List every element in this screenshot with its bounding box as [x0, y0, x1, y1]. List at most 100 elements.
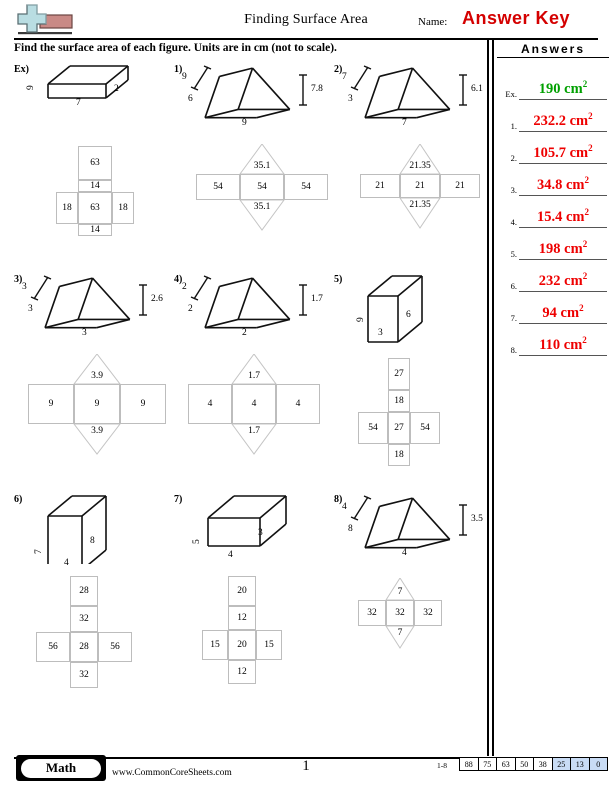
answer-number: 6.: [510, 281, 517, 291]
header-divider: [14, 38, 598, 40]
net-rectangular-prism: 28 32 56 28 56 32: [36, 576, 186, 706]
net-triangular-prism: 21 21 21 21.35 21.35: [340, 144, 530, 274]
dimension-label-height: 6.1: [471, 84, 483, 94]
net-triangular-prism: 32 32 32 7 7: [348, 578, 538, 708]
dimension-label-depth: 9: [26, 85, 36, 90]
net-cell-right: 18: [112, 192, 134, 224]
problem-number: 7): [174, 494, 183, 505]
dimension-label-side: 3: [28, 304, 33, 314]
answers-heading: Answers: [497, 42, 609, 58]
answer-value: 34.8 cm2: [536, 175, 589, 193]
net-cell-center: 28: [70, 632, 98, 662]
dimension-label-base: 2: [242, 328, 247, 338]
net-cell-left: 9: [28, 384, 74, 424]
height-bracket-icon: [298, 74, 308, 106]
slant-tick-icon: [190, 274, 212, 302]
dimension-label-height: 1.7: [311, 294, 323, 304]
score-cell: 75: [477, 757, 497, 771]
net-label-top-triangle: 21.35: [409, 161, 431, 171]
net-label-bottom-triangle: 1.7: [248, 426, 260, 436]
dimension-label-slant: 2: [182, 282, 187, 292]
figure-rectangular-prism: [202, 492, 322, 562]
net-cell-left: 4: [188, 384, 232, 424]
net-cell-top: 27: [388, 358, 410, 390]
net-cell-left: 32: [358, 600, 386, 626]
problem-p8: 8) 4 8 4 3.5 32 32 32 7 7: [334, 492, 494, 692]
net-cell-center: 27: [388, 412, 410, 444]
dimension-label-height: 8: [90, 536, 95, 546]
net-label-top-triangle: 3.9: [91, 371, 103, 381]
score-table: 88 75 63 50 38 25 13 0: [459, 757, 608, 771]
dimension-label-depth: 9: [356, 317, 366, 322]
answer-value: 232 cm2: [538, 271, 588, 289]
figure-triangular-prism: [358, 494, 463, 556]
height-bracket-icon: [458, 74, 468, 106]
answer-value: 94 cm2: [542, 303, 584, 321]
net-cell-center: 32: [386, 600, 414, 626]
problem-number: 6): [14, 494, 23, 505]
problem-p4: 4) 2 2 2 1.7 4 4 4 1.7 1.7: [174, 272, 334, 472]
score-cell: 63: [496, 757, 516, 771]
score-cell: 38: [533, 757, 553, 771]
dimension-label-width: 3: [378, 328, 383, 338]
dimension-label-slant: 7: [342, 72, 347, 82]
net-label-top-triangle: 7: [397, 587, 403, 597]
dimension-label-height: 6: [406, 310, 411, 320]
net-cell-right: 9: [120, 384, 166, 424]
dimension-label-side: 3: [348, 94, 353, 104]
score-cell: 88: [459, 757, 479, 771]
net-cell-right: 54: [284, 174, 328, 200]
net-cell-right: 15: [256, 630, 282, 660]
net-cell-lower: 12: [228, 660, 256, 684]
dimension-label-slant: 3: [22, 282, 27, 292]
net-triangle-faces: [385, 578, 415, 649]
net-cell-left: 18: [56, 192, 78, 224]
net-label-bottom-triangle: 21.35: [409, 200, 431, 210]
answer-number: 8.: [510, 345, 517, 355]
dimension-label-slant: 4: [342, 502, 347, 512]
dimension-label-height: 2: [114, 84, 119, 94]
figure-rectangular-prism: [42, 62, 162, 132]
net-label-top-triangle: 35.1: [253, 161, 271, 171]
answer-number: 1.: [510, 121, 517, 131]
answer-key-stamp: Answer Key: [462, 8, 571, 28]
net-rectangular-prism: 20 12 15 20 15 12: [196, 576, 346, 706]
page-header: Finding Surface Area Name: Answer Key: [0, 0, 612, 40]
slant-tick-icon: [350, 64, 372, 92]
net-cell-top: 20: [228, 576, 256, 606]
figure-rectangular-prism: [42, 492, 162, 571]
slant-tick-icon: [30, 274, 52, 302]
dimension-label-width: 4: [64, 558, 69, 568]
net-cell-right: 32: [414, 600, 442, 626]
figure-triangular-prism: [198, 64, 303, 126]
net-cell-left: 21: [360, 174, 400, 198]
net-cell-left: 54: [358, 412, 388, 444]
net-rectangular-prism: 27 18 54 27 54 18: [356, 358, 506, 488]
net-cell-upper: 32: [70, 606, 98, 632]
problem-p6: 6) 7 4 8 28 32 56 28 56 32: [14, 492, 174, 692]
score-cell: 25: [551, 757, 571, 771]
dimension-label-height: 3: [258, 528, 263, 538]
answer-value: 15.4 cm2: [536, 207, 589, 225]
net-label-bottom-triangle: 3.9: [91, 426, 103, 436]
height-bracket-icon: [138, 284, 148, 316]
net-cell-right: 4: [276, 384, 320, 424]
net-cell-upper: 12: [228, 606, 256, 630]
score-cell: 13: [570, 757, 590, 771]
net-cell-top: 28: [70, 576, 98, 606]
answer-row: 7. 94 cm2: [497, 292, 607, 324]
net-cell-left: 56: [36, 632, 70, 662]
answer-value: 198 cm2: [538, 239, 588, 257]
figure-triangular-prism: [358, 64, 463, 126]
problem-number: Ex): [14, 64, 29, 75]
name-label: Name:: [418, 16, 448, 28]
answer-value: 105.7 cm2: [533, 143, 593, 161]
net-cell-upper: 18: [388, 390, 410, 412]
net-cell-top: 63: [78, 146, 112, 180]
net-cell-right: 54: [410, 412, 440, 444]
net-cell-center: 63: [78, 192, 112, 224]
problem-p2: 2) 7 3 7 6.1 21 21 21 21.35 21.35: [334, 62, 494, 262]
net-label-bottom-triangle: 35.1: [253, 202, 271, 212]
answer-row: 1. 232.2 cm2: [497, 100, 607, 132]
dimension-label-base: 9: [242, 118, 247, 128]
